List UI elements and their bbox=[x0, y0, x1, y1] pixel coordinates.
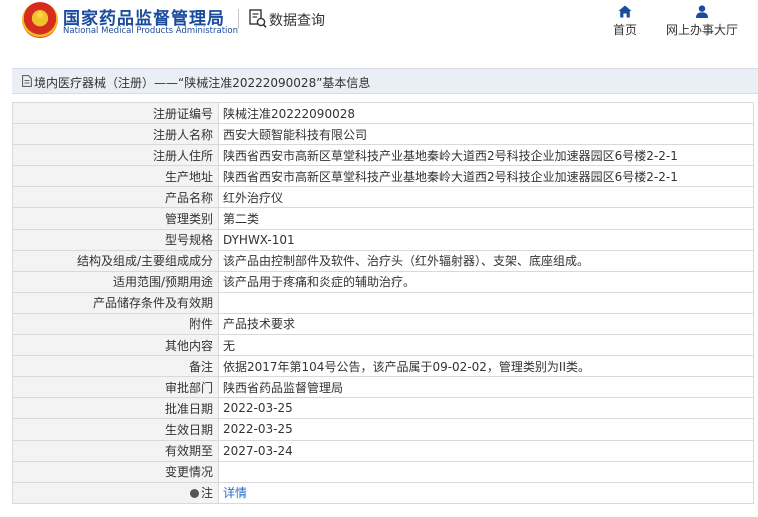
details-link[interactable]: 详情 bbox=[218, 481, 754, 504]
home-icon bbox=[618, 5, 632, 18]
field-value: 第二类 bbox=[218, 207, 754, 230]
field-value: 红外治疗仪 bbox=[218, 186, 754, 209]
field-label: 管理类别 bbox=[12, 207, 219, 230]
field-label: 注册人住所 bbox=[12, 144, 219, 167]
field-value bbox=[218, 291, 754, 314]
field-label: 备注 bbox=[12, 355, 219, 378]
table-row: 管理类别 第二类 bbox=[12, 207, 754, 230]
table-row: 附件 产品技术要求 bbox=[12, 312, 754, 336]
field-label: 产品名称 bbox=[12, 186, 219, 209]
field-value: 该产品由控制部件及软件、治疗头（红外辐射器）、支架、底座组成。 bbox=[218, 249, 754, 272]
field-value bbox=[218, 460, 754, 483]
data-search-icon[interactable] bbox=[249, 9, 267, 29]
field-label: 产品储存条件及有效期 bbox=[12, 291, 219, 314]
field-label: 生产地址 bbox=[12, 165, 219, 188]
emblem-star-icon: ★ bbox=[34, 8, 46, 22]
field-label: 注册证编号 bbox=[12, 101, 219, 125]
field-value: 2022-03-25 bbox=[218, 418, 754, 441]
table-row-note: 注详情 bbox=[12, 481, 754, 504]
field-value: 陕械注准20222090028 bbox=[218, 101, 754, 125]
org-name-en[interactable]: National Medical Products Administration bbox=[63, 26, 238, 36]
table-row: 有效期至 2027-03-24 bbox=[12, 439, 754, 462]
field-label: 批准日期 bbox=[12, 397, 219, 420]
table-row: 生效日期 2022-03-25 bbox=[12, 418, 754, 441]
field-value: 该产品用于疼痛和炎症的辅助治疗。 bbox=[218, 270, 754, 293]
table-row: 结构及组成/主要组成成分 该产品由控制部件及软件、治疗头（红外辐射器）、支架、底座… bbox=[12, 249, 754, 272]
field-label: 其他内容 bbox=[12, 334, 219, 357]
data-search-link[interactable]: 数据查询 bbox=[269, 10, 325, 30]
document-icon bbox=[22, 75, 32, 87]
nav-online-hall[interactable]: 网上办事大厅 bbox=[662, 5, 742, 38]
field-value: 产品技术要求 bbox=[218, 312, 754, 336]
breadcrumb: 境内医疗器械（注册）——“陕械注准20222090028”基本信息 bbox=[34, 76, 371, 90]
table-row: 注册证编号 陕械注准20222090028 bbox=[12, 101, 754, 125]
field-value: DYHWX-101 bbox=[218, 228, 754, 251]
table-row: 产品名称 红外治疗仪 bbox=[12, 186, 754, 209]
table-row: 其他内容无 bbox=[12, 334, 754, 357]
table-row: 型号规格 DYHWX-101 bbox=[12, 228, 754, 251]
table-row: 注册人名称 西安大颐智能科技有限公司 bbox=[12, 123, 754, 146]
field-label: 生效日期 bbox=[12, 418, 219, 441]
field-value: 陕西省西安市高新区草堂科技产业基地秦岭大道西2号科技企业加速器园区6号楼2-2-… bbox=[218, 144, 754, 167]
registration-info-table: 注册证编号 陕械注准20222090028 注册人名称 西安大颐智能科技有限公司 注册人… bbox=[12, 101, 754, 504]
table-row: 生产地址 陕西省西安市高新区草堂科技产业基地秦岭大道西2号科技企业加速器园区6号楼… bbox=[12, 165, 754, 188]
site-header: ★ 国家药品监督管理局 National Medical Products Ad… bbox=[0, 0, 758, 48]
field-value: 陕西省西安市高新区草堂科技产业基地秦岭大道西2号科技企业加速器园区6号楼2-2-… bbox=[218, 165, 754, 188]
field-label: 适用范围/预期用途 bbox=[12, 270, 219, 293]
field-label: 变更情况 bbox=[12, 460, 219, 483]
table-row: 注册人住所 陕西省西安市高新区草堂科技产业基地秦岭大道西2号科技企业加速器园区6号… bbox=[12, 144, 754, 167]
field-value: 无 bbox=[218, 334, 754, 357]
field-label: 附件 bbox=[12, 312, 219, 336]
field-label: 有效期至 bbox=[12, 439, 219, 462]
nav-home[interactable]: 首页 bbox=[607, 5, 643, 38]
table-row: 批准日期 2022-03-25 bbox=[12, 397, 754, 420]
table-row: 审批部门 陕西省药品监督管理局 bbox=[12, 376, 754, 399]
table-row: 备注 依据2017年第104号公告，该产品属于09-02-02，管理类别为II类。 bbox=[12, 355, 754, 378]
field-value: 2027-03-24 bbox=[218, 439, 754, 462]
breadcrumb-bar: 境内医疗器械（注册）——“陕械注准20222090028”基本信息 bbox=[12, 68, 758, 94]
field-value: 依据2017年第104号公告，该产品属于09-02-02，管理类别为II类。 bbox=[218, 355, 754, 378]
nav-home-label: 首页 bbox=[612, 23, 637, 37]
field-value: 2022-03-25 bbox=[218, 397, 754, 420]
table-row: 变更情况 bbox=[12, 460, 754, 483]
note-icon bbox=[189, 489, 199, 499]
field-label: 结构及组成/主要组成成分 bbox=[12, 249, 219, 272]
field-value: 陕西省药品监督管理局 bbox=[218, 376, 754, 399]
note-label-cell: 注 bbox=[12, 481, 219, 504]
note-label: 注 bbox=[200, 486, 213, 501]
field-value: 西安大颐智能科技有限公司 bbox=[218, 123, 754, 146]
nav-online-hall-label: 网上办事大厅 bbox=[665, 23, 738, 37]
user-icon bbox=[696, 5, 708, 18]
header-divider bbox=[238, 9, 239, 29]
field-label: 注册人名称 bbox=[12, 123, 219, 146]
table-row: 产品储存条件及有效期 bbox=[12, 291, 754, 314]
field-label: 审批部门 bbox=[12, 376, 219, 399]
field-label: 型号规格 bbox=[12, 228, 219, 251]
table-row: 适用范围/预期用途 该产品用于疼痛和炎症的辅助治疗。 bbox=[12, 270, 754, 293]
